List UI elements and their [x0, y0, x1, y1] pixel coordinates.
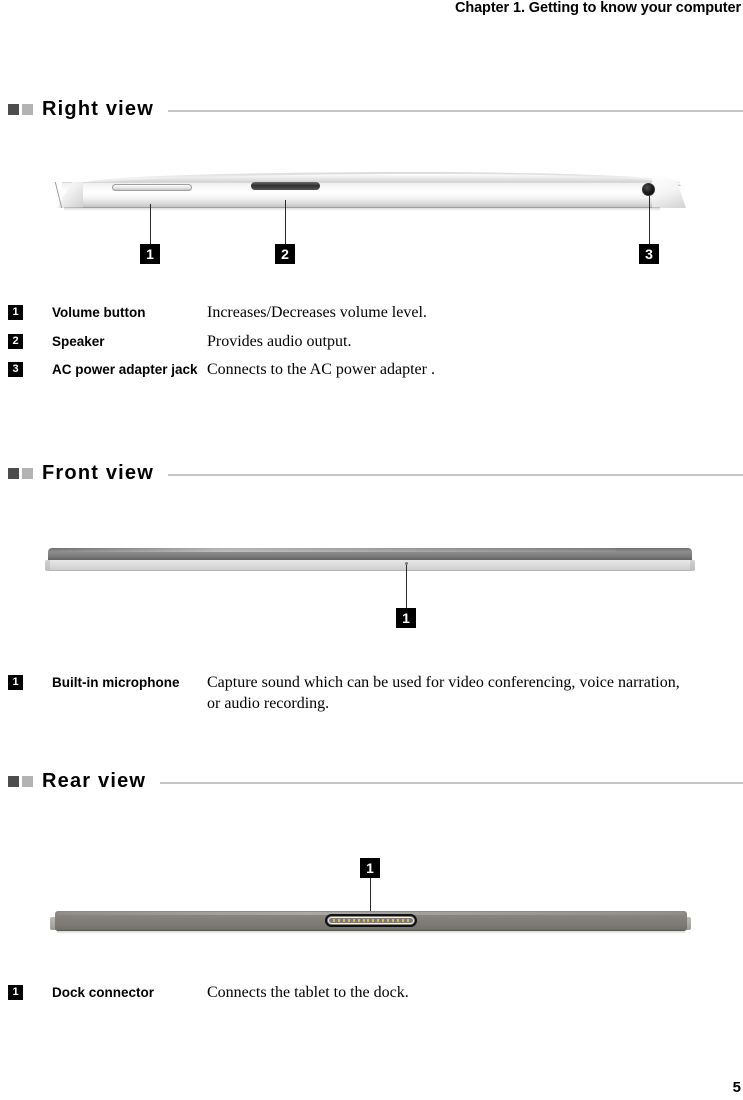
- callout-badge-front-1: 1: [396, 608, 416, 628]
- section-heading-front-view: Front view: [8, 462, 743, 485]
- section-title-front-view: Front view: [42, 462, 155, 484]
- speaker-grille-icon: [251, 182, 320, 190]
- heading-marker-dark-icon: [8, 104, 19, 115]
- description-list-rear-view: 1 Dock connector Connects the tablet to …: [8, 983, 735, 1012]
- tablet-right-tail: [652, 174, 686, 208]
- illustration-front-view: [0, 540, 743, 580]
- description-row: 1 Dock connector Connects the tablet to …: [8, 983, 735, 1004]
- callout-badge-right-2: 2: [275, 244, 295, 264]
- callout-badge-rear-1: 1: [360, 858, 380, 878]
- volume-button-icon: [112, 184, 192, 191]
- callout-leader-line: [285, 200, 286, 244]
- section-heading-rear-view: Rear view: [8, 770, 743, 793]
- item-badge: 1: [8, 985, 23, 1000]
- description-row: 1 Volume button Increases/Decreases volu…: [8, 303, 735, 324]
- item-description: Capture sound which can be used for vide…: [207, 674, 680, 712]
- item-term: Built-in microphone: [52, 675, 180, 690]
- chapter-title: Chapter 1. Getting to know your computer: [454, 0, 741, 16]
- item-term: AC power adapter jack: [52, 362, 198, 377]
- section-title-right-view: Right view: [42, 98, 155, 120]
- heading-rule: [160, 781, 743, 784]
- ac-power-adapter-jack-icon: [642, 183, 655, 196]
- illustration-rear-view: [0, 905, 743, 945]
- item-badge: 1: [8, 305, 23, 320]
- item-description: Connects to the AC power adapter .: [207, 361, 435, 378]
- tablet-front-left-cap: [45, 560, 50, 571]
- description-row: 3 AC power adapter jack Connects to the …: [8, 360, 735, 381]
- heading-marker-dark-icon: [8, 776, 19, 787]
- item-description: Provides audio output.: [207, 332, 352, 350]
- heading-rule: [168, 473, 743, 476]
- description-list-front-view: 1 Built-in microphone Capture sound whic…: [8, 673, 735, 722]
- callout-leader-line: [150, 204, 151, 244]
- description-list-right-view: 1 Volume button Increases/Decreases volu…: [8, 303, 735, 389]
- item-term: Dock connector: [52, 985, 155, 1000]
- callout-badge-right-3: 3: [639, 244, 659, 264]
- item-description: Increases/Decreases volume level.: [207, 304, 427, 321]
- dock-connector-pins: [333, 919, 409, 922]
- callout-leader-line: [649, 196, 650, 244]
- heading-marker-light-icon: [22, 468, 33, 479]
- item-badge: 3: [8, 362, 23, 377]
- tablet-right-shadow: [64, 207, 660, 211]
- heading-marker-light-icon: [22, 776, 33, 787]
- tablet-front-bottom-band: [48, 560, 692, 571]
- heading-rule: [168, 109, 743, 112]
- callout-badge-right-1: 1: [140, 244, 160, 264]
- callout-leader-line: [406, 565, 407, 608]
- description-row: 1 Built-in microphone Capture sound whic…: [8, 673, 735, 714]
- item-description: Connects the tablet to the dock.: [207, 984, 409, 1001]
- item-term: Speaker: [52, 333, 105, 349]
- page-running-header: Chapter 1. Getting to know your computer: [0, 0, 743, 16]
- tablet-front-highlight: [56, 548, 616, 552]
- heading-marker-dark-icon: [8, 468, 19, 479]
- heading-marker-light-icon: [22, 104, 33, 115]
- page-number: 5: [732, 1079, 741, 1096]
- item-badge: 2: [8, 333, 23, 349]
- section-title-rear-view: Rear view: [42, 770, 147, 792]
- illustration-right-view: [0, 160, 743, 230]
- tablet-rear-shadow: [57, 930, 685, 934]
- tablet-front-right-cap: [690, 560, 695, 571]
- description-row: 2 Speaker Provides audio output.: [8, 332, 735, 353]
- section-heading-right-view: Right view: [8, 98, 743, 121]
- item-term: Volume button: [52, 305, 146, 320]
- item-badge: 1: [8, 675, 23, 690]
